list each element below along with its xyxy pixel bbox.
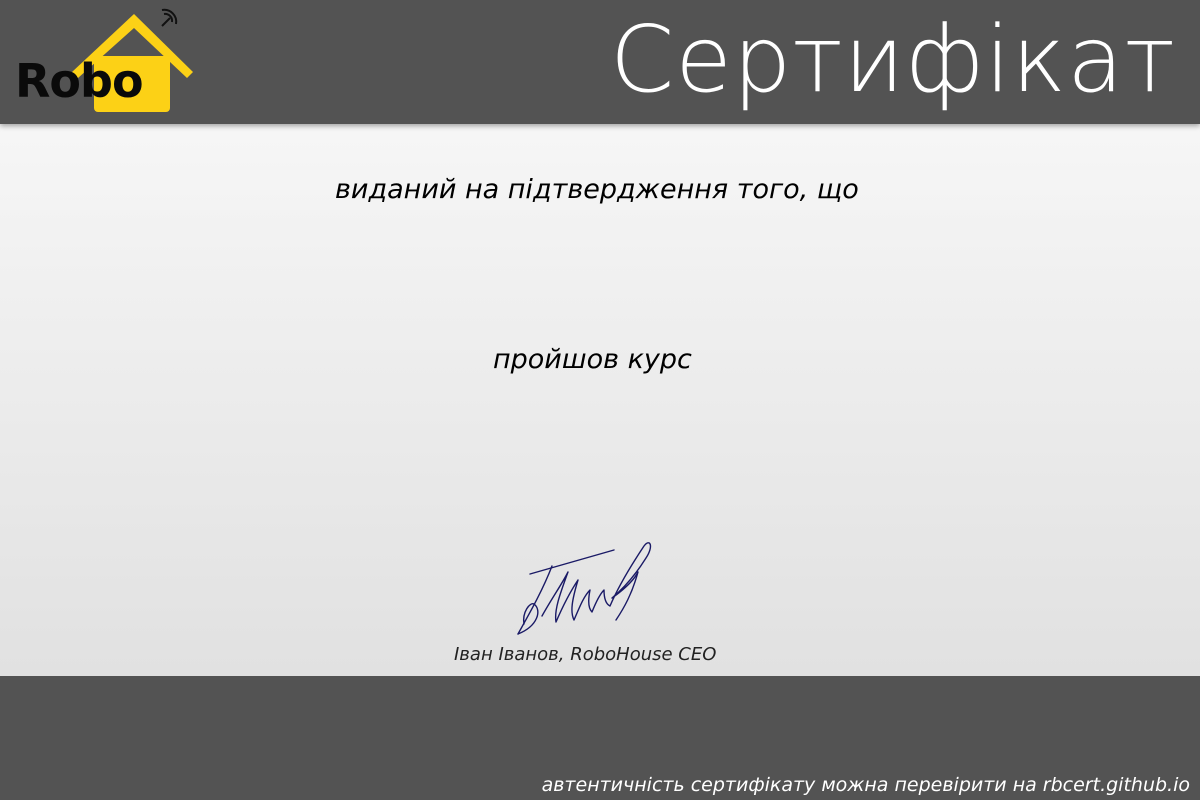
verification-note: автентичність сертифікату можна перевіри…: [541, 774, 1190, 796]
certificate-page: Robo Сертифікат виданий на підтвердження…: [0, 0, 1200, 800]
header-bar: Robo Сертифікат: [0, 0, 1200, 124]
footer-bar: автентичність сертифікату можна перевіри…: [0, 676, 1200, 800]
signer-caption: Іван Іванов, RoboHouse CEO: [454, 644, 717, 665]
signature-image: [508, 536, 668, 640]
robo-logo: Robo: [12, 4, 197, 120]
issued-statement: виданий на підтвердження того, що: [335, 174, 859, 205]
wifi-antenna-icon: [161, 8, 178, 27]
certificate-title: Сертифікат: [610, 6, 1176, 113]
handwritten-signature-icon: [517, 542, 652, 635]
course-statement: пройшов курс: [493, 344, 692, 375]
logo-wordmark: Robo: [15, 54, 144, 108]
